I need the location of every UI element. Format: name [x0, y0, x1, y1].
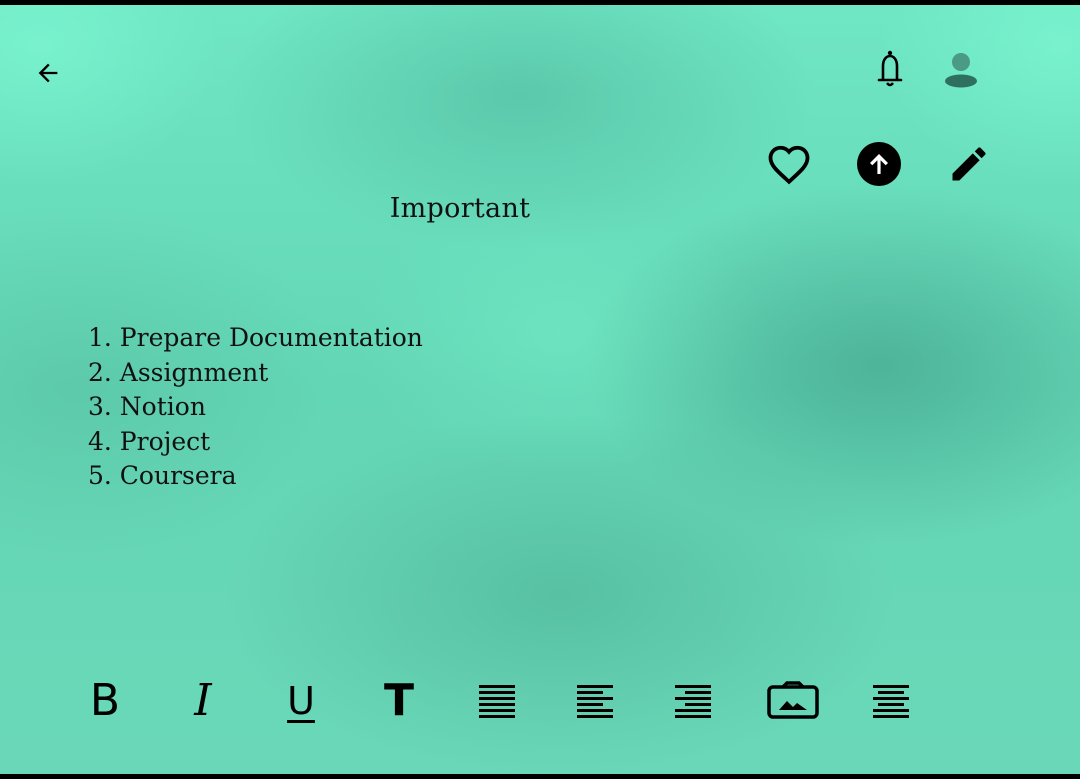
- bell-icon: [877, 50, 903, 87]
- pencil-icon: [952, 147, 986, 181]
- notifications-button[interactable]: [870, 47, 910, 91]
- align-right-button[interactable]: [668, 677, 718, 725]
- bold-icon: B: [89, 675, 121, 726]
- list-item: 1. Prepare Documentation: [88, 323, 423, 352]
- list-item: 4. Project: [88, 426, 211, 456]
- italic-button[interactable]: I: [178, 677, 228, 725]
- align-justify-icon: [479, 685, 515, 718]
- arrow-left-icon: [38, 63, 58, 83]
- align-center-button[interactable]: [866, 677, 916, 725]
- note-title[interactable]: Important: [360, 193, 560, 224]
- list-item: 5. Coursera: [88, 461, 237, 490]
- back-button[interactable]: [30, 55, 66, 91]
- arrow-up-circle-icon: [857, 142, 901, 186]
- align-right-icon: [675, 685, 711, 718]
- heart-outline-icon: [768, 145, 810, 185]
- upload-button[interactable]: [854, 139, 904, 189]
- underline-icon: U: [287, 679, 315, 723]
- align-left-icon: [577, 685, 613, 718]
- text-size-button[interactable]: T: [374, 677, 424, 725]
- insert-image-button[interactable]: [762, 677, 824, 725]
- list-item: 2. Assignment: [88, 357, 269, 387]
- insert-image-icon: [767, 681, 819, 719]
- underline-button[interactable]: U: [276, 677, 326, 725]
- bold-button[interactable]: B: [80, 677, 130, 725]
- note-editor-screen: Important 1. Prepare Documentation 2. As…: [0, 5, 1080, 774]
- user-avatar-icon: [945, 53, 977, 88]
- align-justify-button[interactable]: [472, 677, 522, 725]
- favorite-button[interactable]: [764, 139, 814, 189]
- italic-icon: I: [194, 675, 212, 726]
- text-size-icon: T: [383, 675, 414, 726]
- align-left-button[interactable]: [570, 677, 620, 725]
- edit-button[interactable]: [944, 139, 994, 189]
- list-item: 3. Notion: [88, 392, 206, 421]
- align-center-icon: [873, 685, 909, 718]
- profile-button[interactable]: [940, 49, 982, 91]
- note-body[interactable]: 1. Prepare Documentation 2. Assignment 3…: [88, 321, 423, 494]
